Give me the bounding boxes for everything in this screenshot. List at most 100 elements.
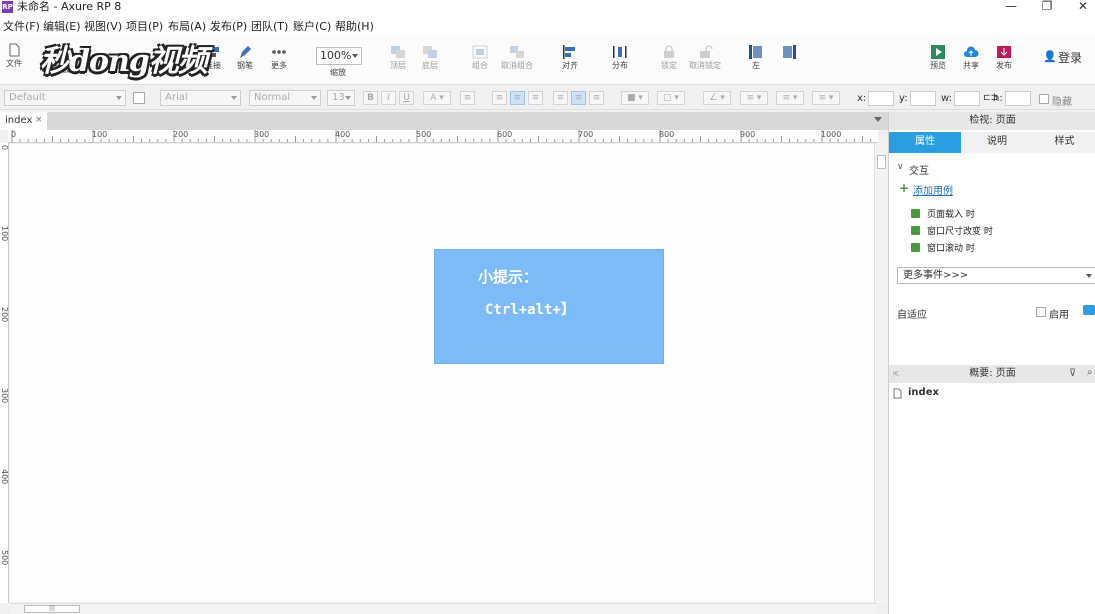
event-window-scroll[interactable]: 窗口滚动 时 bbox=[911, 241, 975, 254]
chevron-down-icon bbox=[345, 96, 351, 100]
arrow-style-button[interactable]: ≡ ▾ bbox=[812, 91, 840, 105]
menu-file[interactable]: 文件(F) bbox=[3, 18, 40, 34]
valign-top-button[interactable]: ≡ bbox=[553, 91, 568, 105]
align-text-right-button[interactable]: ≡ bbox=[528, 91, 543, 105]
style-select[interactable]: Default bbox=[4, 90, 126, 106]
valign-middle-button[interactable]: ≡ bbox=[571, 91, 586, 105]
send-to-bottom-button[interactable]: 底层 bbox=[410, 39, 450, 71]
horizontal-scrollbar[interactable]: ||| bbox=[10, 603, 876, 614]
font-select[interactable]: Arial bbox=[160, 90, 241, 106]
zoom-select[interactable]: 100% bbox=[316, 47, 362, 65]
line-color-button[interactable]: ∠ ▾ bbox=[703, 91, 731, 105]
line-style-button[interactable]: ≡ ▾ bbox=[776, 91, 804, 105]
search-icon[interactable]: ⌕ bbox=[1087, 367, 1093, 378]
restore-icon[interactable]: ❐ bbox=[1032, 0, 1062, 14]
menu-publish[interactable]: 发布(P) bbox=[210, 18, 247, 34]
valign-bottom-button[interactable]: ≡ bbox=[589, 91, 604, 105]
chevron-down-icon bbox=[1086, 274, 1092, 278]
fill-color-button[interactable]: ■ ▾ bbox=[621, 91, 649, 105]
connector-icon bbox=[207, 47, 219, 57]
vertical-scrollbar[interactable] bbox=[874, 143, 887, 603]
bold-button[interactable]: B bbox=[363, 91, 378, 105]
close-tab-icon[interactable]: × bbox=[35, 112, 43, 129]
login-link[interactable]: 登录 bbox=[1058, 49, 1082, 66]
chevron-down-icon bbox=[352, 54, 358, 58]
tab-index[interactable]: index × bbox=[0, 112, 47, 130]
filter-icon[interactable]: ⊽ bbox=[1069, 368, 1076, 379]
ruler-label: 0 bbox=[0, 145, 9, 151]
distribute-button[interactable]: 分布 bbox=[600, 39, 640, 71]
bullet-list-button[interactable]: ≡ bbox=[460, 91, 475, 105]
menu-view[interactable]: 视图(V) bbox=[84, 18, 122, 34]
minimize-icon[interactable]: — bbox=[996, 0, 1026, 14]
align-left-icon bbox=[563, 45, 575, 59]
align-button[interactable]: 对齐 bbox=[550, 39, 590, 71]
event-page-load[interactable]: 页面载入 时 bbox=[911, 207, 975, 220]
tab-menu-icon[interactable] bbox=[874, 117, 882, 122]
font-weight-select[interactable]: Normal bbox=[249, 90, 321, 106]
chevron-down-icon bbox=[311, 96, 317, 100]
ruler-label: 600 bbox=[497, 130, 513, 139]
file-button[interactable]: 文件 bbox=[0, 37, 34, 69]
x-input[interactable] bbox=[868, 91, 894, 106]
app-icon: RP bbox=[2, 1, 13, 13]
hidden-label: 隐藏 bbox=[1052, 97, 1072, 108]
adaptive-settings-icon[interactable] bbox=[1083, 305, 1095, 315]
add-case-link[interactable]: 添加用例 bbox=[913, 182, 953, 197]
adaptive-label: 自适应 bbox=[897, 310, 927, 321]
publish-button[interactable]: 发布 bbox=[984, 39, 1024, 71]
w-input[interactable] bbox=[954, 91, 980, 106]
ruler-label: 700 bbox=[578, 130, 594, 139]
font-color-button[interactable]: A ▾ bbox=[423, 91, 451, 105]
underline-button[interactable]: U bbox=[399, 91, 414, 105]
menu-help[interactable]: 帮助(H) bbox=[335, 18, 374, 34]
line-width-button[interactable]: ≡ ▾ bbox=[740, 91, 768, 105]
hidden-checkbox[interactable] bbox=[1039, 94, 1049, 104]
ruler-label: 500 bbox=[0, 550, 9, 566]
group-button[interactable]: 组合 bbox=[460, 39, 500, 71]
y-input[interactable] bbox=[910, 91, 936, 106]
ruler-label: 1000 bbox=[821, 130, 842, 139]
tab-notes[interactable]: 说明 bbox=[961, 132, 1033, 153]
tip-shortcut: Ctrl+alt+】 bbox=[485, 302, 575, 318]
adaptive-checkbox[interactable] bbox=[1036, 307, 1046, 317]
unlock-button[interactable]: 取消锁定 bbox=[685, 39, 725, 71]
lock-icon bbox=[664, 45, 674, 58]
more-button[interactable]: 更多 bbox=[259, 39, 299, 71]
ungroup-button[interactable]: 取消组合 bbox=[497, 39, 537, 71]
menu-edit[interactable]: 编辑(E) bbox=[43, 18, 81, 34]
align-right-button[interactable] bbox=[769, 39, 809, 61]
style-editor-icon[interactable] bbox=[133, 92, 145, 104]
lock-button[interactable]: 锁定 bbox=[649, 39, 689, 71]
align-text-center-button[interactable]: ≡ bbox=[510, 91, 525, 105]
interactions-section: 交互 bbox=[909, 166, 929, 177]
tab-properties[interactable]: 属性 bbox=[889, 132, 961, 153]
tab-style[interactable]: 样式 bbox=[1033, 132, 1095, 153]
menu-project[interactable]: 项目(P) bbox=[126, 18, 163, 34]
design-canvas[interactable] bbox=[10, 144, 878, 602]
menu-layout[interactable]: 布局(A) bbox=[168, 18, 206, 34]
vertical-ruler: 0 100 200 300 400 500 bbox=[0, 143, 9, 603]
align-text-left-button[interactable]: ≡ bbox=[492, 91, 507, 105]
ruler-label: 500 bbox=[416, 130, 432, 139]
more-events-select[interactable]: 更多事件>>> bbox=[897, 267, 1095, 284]
shadow-button[interactable]: □ ▾ bbox=[657, 91, 685, 105]
italic-button[interactable]: I bbox=[381, 91, 396, 105]
unlock-icon bbox=[700, 45, 713, 58]
close-icon[interactable]: ✕ bbox=[1068, 0, 1095, 14]
menu-account[interactable]: 账户(C) bbox=[293, 18, 331, 34]
tip-title: 小提示： bbox=[478, 268, 539, 286]
h-input[interactable] bbox=[1005, 91, 1031, 106]
collapse-icon[interactable]: ⇱ bbox=[893, 370, 900, 379]
chevron-down-icon[interactable]: ∨ bbox=[897, 162, 904, 172]
event-window-resize[interactable]: 窗口尺寸改变 时 bbox=[911, 224, 993, 237]
scroll-thumb[interactable] bbox=[877, 155, 886, 169]
chevron-down-icon bbox=[231, 96, 237, 100]
menu-team[interactable]: 团队(T) bbox=[251, 18, 288, 34]
font-size-select[interactable]: 13 bbox=[327, 90, 355, 106]
window-title: 未命名 - Axure RP 8 bbox=[17, 0, 122, 13]
format-toolbar: Default Arial Normal 13 B I U A ▾ ≡ ≡ ≡ … bbox=[0, 86, 1095, 110]
outline-page-index[interactable]: index bbox=[908, 387, 939, 398]
group-icon bbox=[472, 45, 488, 59]
scroll-thumb[interactable]: ||| bbox=[24, 605, 80, 613]
